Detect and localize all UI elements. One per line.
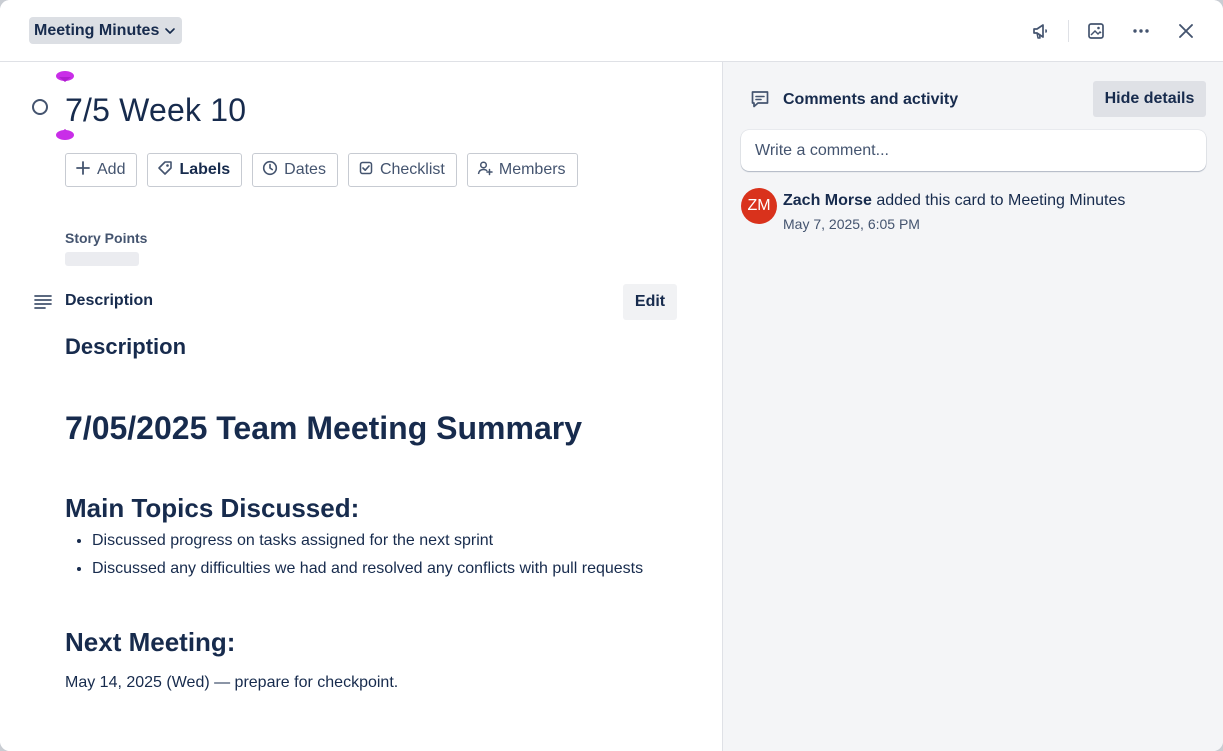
activity-entry: Zach Morse added this card to Meeting Mi… — [783, 192, 1125, 210]
comment-input[interactable] — [741, 130, 1206, 171]
story-points-field[interactable] — [65, 252, 139, 266]
list-item: Discussed any difficulties we had and re… — [92, 555, 732, 583]
summary-heading: 7/05/2025 Team Meeting Summary — [65, 410, 582, 446]
list-name: Meeting Minutes — [34, 21, 160, 39]
megaphone-icon[interactable] — [1026, 16, 1056, 46]
dates-button[interactable]: Dates — [252, 153, 338, 187]
next-meeting-heading: Next Meeting: — [65, 627, 236, 657]
edit-description-button[interactable]: Edit — [623, 284, 677, 320]
card-modal: Meeting Minutes 7/5 Week 10 Add Labels D… — [0, 0, 1223, 751]
activity-pane: Comments and activity Hide details ZM Za… — [722, 62, 1223, 751]
more-icon[interactable] — [1126, 16, 1156, 46]
checklist-button[interactable]: Checklist — [347, 153, 457, 187]
activity-user[interactable]: Zach Morse — [783, 192, 872, 209]
clock-icon — [262, 160, 278, 181]
header-divider — [1068, 20, 1069, 42]
topics-heading: Main Topics Discussed: — [65, 493, 360, 523]
card-main-pane: 7/5 Week 10 Add Labels Dates Checklist M… — [0, 62, 722, 751]
activity-action: added this card to Meeting Minutes — [871, 192, 1126, 209]
dates-label: Dates — [284, 161, 326, 178]
image-icon[interactable] — [1081, 16, 1111, 46]
add-label: Add — [97, 161, 126, 178]
card-action-bar: Add Labels Dates Checklist Members — [65, 153, 578, 187]
members-label: Members — [498, 161, 566, 178]
activity-title: Comments and activity — [783, 91, 959, 108]
labels-label: Labels — [179, 161, 231, 178]
card-complete-toggle[interactable] — [32, 99, 48, 115]
add-user-icon — [477, 160, 493, 181]
list-item: Discussed progress on tasks assigned for… — [92, 527, 732, 555]
comment-icon — [750, 89, 770, 114]
next-meeting-text: May 14, 2025 (Wed) — prepare for checkpo… — [65, 674, 399, 691]
card-title[interactable]: 7/5 Week 10 — [65, 90, 246, 130]
topics-list: Discussed progress on tasks assigned for… — [65, 527, 732, 583]
add-button[interactable]: Add — [65, 153, 138, 187]
activity-timestamp[interactable]: May 7, 2025, 6:05 PM — [783, 216, 920, 232]
plus-icon — [75, 160, 91, 181]
chevron-down-icon — [164, 25, 176, 37]
hide-details-button[interactable]: Hide details — [1093, 81, 1206, 117]
list-selector-button[interactable]: Meeting Minutes — [29, 17, 183, 44]
drag-handle-top-icon[interactable] — [55, 70, 75, 83]
tag-icon — [157, 160, 173, 181]
modal-header: Meeting Minutes — [0, 0, 1223, 62]
close-icon[interactable] — [1171, 16, 1201, 46]
description-title: Description — [65, 334, 187, 359]
checklist-label: Checklist — [379, 161, 445, 178]
description-section-heading: Description — [65, 292, 154, 309]
drag-handle-bottom-icon[interactable] — [55, 128, 75, 141]
story-points-label: Story Points — [65, 230, 148, 246]
avatar[interactable]: ZM — [741, 188, 777, 224]
description-icon — [34, 293, 52, 316]
labels-button[interactable]: Labels — [147, 153, 243, 187]
checkbox-icon — [358, 160, 374, 181]
members-button[interactable]: Members — [466, 153, 578, 187]
